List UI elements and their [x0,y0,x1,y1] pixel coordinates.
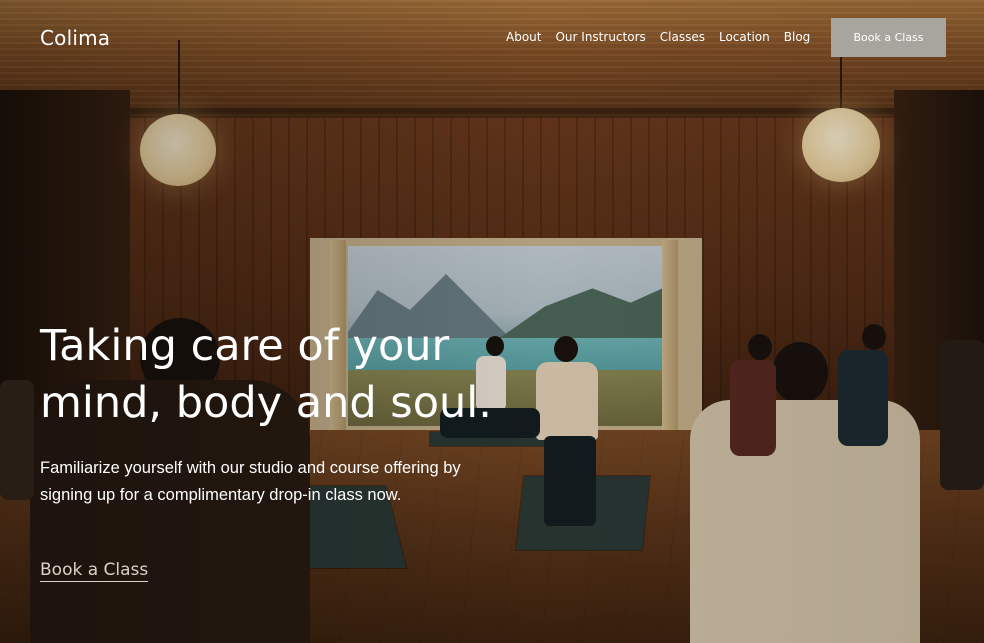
hero-book-a-class-link[interactable]: Book a Class [40,560,149,582]
book-a-class-button[interactable]: Book a Class [831,18,946,57]
nav-link-about[interactable]: About [506,30,541,44]
hero-title: Taking care of your mind, body and soul. [40,321,492,428]
nav-link-classes[interactable]: Classes [660,30,705,44]
site-header: Colima About Our Instructors Classes Loc… [0,0,984,76]
page: Colima About Our Instructors Classes Loc… [0,0,984,643]
hero-subtitle: Familiarize yourself with our studio and… [40,459,461,504]
nav-link-our-instructors[interactable]: Our Instructors [555,30,645,44]
nav-link-location[interactable]: Location [719,30,770,44]
main-nav: About Our Instructors Classes Location B… [506,30,810,44]
nav-link-blog[interactable]: Blog [784,30,811,44]
site-logo[interactable]: Colima [40,26,110,50]
